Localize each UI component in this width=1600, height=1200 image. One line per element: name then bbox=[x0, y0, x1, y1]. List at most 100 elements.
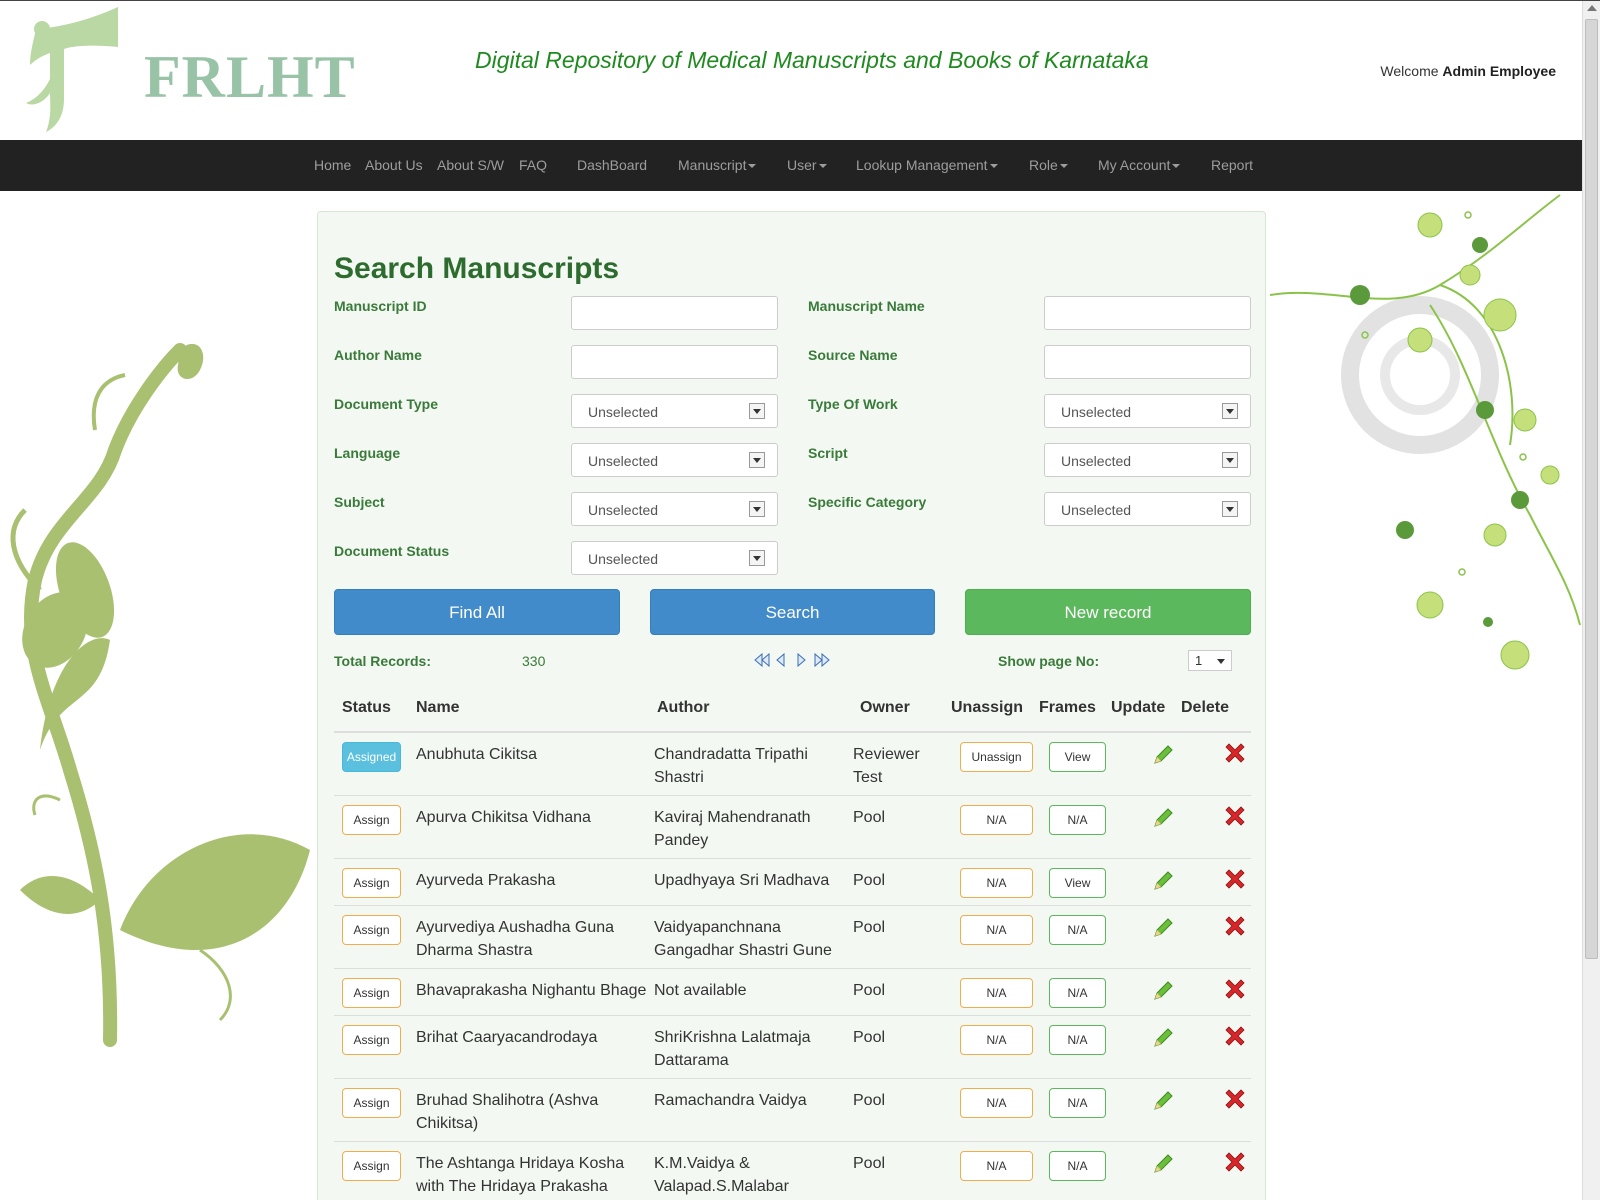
assigned-badge[interactable]: Assigned bbox=[342, 742, 401, 772]
last-page-icon[interactable] bbox=[814, 652, 830, 672]
table-row: Assign Bruhad Shalihotra (Ashva Chikitsa) R… bbox=[334, 1079, 1251, 1142]
type-of-work-select[interactable]: Unselected bbox=[1044, 394, 1251, 428]
manuscript-name-cell: Bhavaprakasha Nighantu Bhage bbox=[416, 979, 651, 1002]
nav-my-account[interactable]: My Account bbox=[1098, 157, 1181, 173]
unassign-na-button[interactable]: N/A bbox=[960, 1151, 1033, 1181]
assign-button[interactable]: Assign bbox=[342, 1025, 401, 1055]
table-row: Assign Bhavaprakasha Nighantu Bhage Not av… bbox=[334, 969, 1251, 1016]
red-x-icon[interactable] bbox=[1223, 804, 1247, 828]
scroll-up-arrow-icon[interactable] bbox=[1587, 5, 1597, 11]
nav-lookup-management[interactable]: Lookup Management bbox=[856, 157, 998, 173]
unassign-na-button[interactable]: N/A bbox=[960, 1088, 1033, 1118]
owner-cell-line: Pool bbox=[853, 1029, 886, 1046]
language-select[interactable]: Unselected bbox=[571, 443, 778, 477]
table-row: Assign The Ashtanga Hridaya Kosha with The… bbox=[334, 1142, 1251, 1200]
nav-about-sw[interactable]: About S/W bbox=[437, 157, 504, 173]
pencil-icon[interactable] bbox=[1151, 743, 1175, 767]
document-status-select[interactable]: Unselected bbox=[571, 541, 778, 575]
assign-button[interactable]: Assign bbox=[342, 1151, 401, 1181]
frames-na-button[interactable]: N/A bbox=[1049, 1088, 1106, 1118]
red-x-icon[interactable] bbox=[1223, 867, 1247, 891]
red-x-icon[interactable] bbox=[1223, 1087, 1247, 1111]
author-cell: Vaidyapanchnana Gangadhar Shastri Gune bbox=[654, 916, 854, 962]
page-number-select[interactable]: 1 bbox=[1188, 650, 1232, 671]
search-button[interactable]: Search bbox=[650, 589, 935, 635]
unassign-na-button[interactable]: N/A bbox=[960, 868, 1033, 898]
assign-button[interactable]: Assign bbox=[342, 978, 401, 1008]
pencil-icon[interactable] bbox=[1151, 979, 1175, 1003]
assign-button[interactable]: Assign bbox=[342, 915, 401, 945]
manuscript-name-cell-line: Anubhuta Cikitsa bbox=[416, 746, 537, 763]
nav-manuscript[interactable]: Manuscript bbox=[678, 157, 757, 173]
unassign-na-button[interactable]: N/A bbox=[960, 978, 1033, 1008]
owner-cell-line: Reviewer bbox=[853, 746, 920, 763]
nav-label: Report bbox=[1211, 157, 1254, 173]
unassign-button[interactable]: Unassign bbox=[960, 742, 1033, 772]
manuscript-name-input[interactable] bbox=[1044, 296, 1251, 330]
frames-na-button[interactable]: N/A bbox=[1049, 1151, 1106, 1181]
author-name-input[interactable] bbox=[571, 345, 778, 379]
frames-na-button[interactable]: N/A bbox=[1049, 915, 1106, 945]
assign-button[interactable]: Assign bbox=[342, 868, 401, 898]
document-type-select[interactable]: Unselected bbox=[571, 394, 778, 428]
find-all-button[interactable]: Find All bbox=[334, 589, 620, 635]
frames-na-button[interactable]: N/A bbox=[1049, 978, 1106, 1008]
red-x-icon[interactable] bbox=[1223, 914, 1247, 938]
nav-about-us[interactable]: About Us bbox=[365, 157, 423, 173]
author-cell-line: K.M.Vaidya & bbox=[654, 1155, 750, 1172]
script-label: Script bbox=[808, 445, 848, 461]
manuscript-name-cell: Anubhuta Cikitsa bbox=[416, 743, 651, 766]
nav-user[interactable]: User bbox=[787, 157, 827, 173]
owner-cell: Pool bbox=[853, 916, 938, 939]
red-x-icon[interactable] bbox=[1223, 1150, 1247, 1174]
red-x-icon[interactable] bbox=[1223, 1024, 1247, 1048]
subject-select[interactable]: Unselected bbox=[571, 492, 778, 526]
red-x-icon[interactable] bbox=[1223, 741, 1247, 765]
author-cell-line: Shastri bbox=[654, 769, 704, 786]
frames-na-button[interactable]: N/A bbox=[1049, 1025, 1106, 1055]
manuscript-name-cell: The Ashtanga Hridaya Kosha with The Hrida… bbox=[416, 1152, 651, 1198]
nav-role[interactable]: Role bbox=[1029, 157, 1068, 173]
owner-cell: Pool bbox=[853, 1089, 938, 1112]
manuscript-name-cell-line: Dharma Shastra bbox=[416, 942, 533, 959]
pencil-icon[interactable] bbox=[1151, 1152, 1175, 1176]
script-select[interactable]: Unselected bbox=[1044, 443, 1251, 477]
subject-label: Subject bbox=[334, 494, 385, 510]
dropdown-arrow-icon bbox=[749, 452, 765, 468]
pencil-icon[interactable] bbox=[1151, 916, 1175, 940]
assign-button[interactable]: Assign bbox=[342, 1088, 401, 1118]
unassign-na-button[interactable]: N/A bbox=[960, 915, 1033, 945]
view-frames-button[interactable]: View bbox=[1049, 742, 1106, 772]
unassign-na-button[interactable]: N/A bbox=[960, 805, 1033, 835]
owner-cell: Pool bbox=[853, 1026, 938, 1049]
scrollbar-thumb[interactable] bbox=[1585, 19, 1598, 959]
unassign-na-button[interactable]: N/A bbox=[960, 1025, 1033, 1055]
source-name-input[interactable] bbox=[1044, 345, 1251, 379]
author-cell: Upadhyaya Sri Madhava bbox=[654, 869, 854, 892]
nav-report[interactable]: Report bbox=[1211, 157, 1253, 173]
new-record-button[interactable]: New record bbox=[965, 589, 1251, 635]
pencil-icon[interactable] bbox=[1151, 806, 1175, 830]
next-page-icon[interactable] bbox=[796, 652, 806, 672]
manuscript-name-cell-line: Ayurveda Prakasha bbox=[416, 872, 556, 889]
view-frames-button[interactable]: View bbox=[1049, 868, 1106, 898]
prev-page-icon[interactable] bbox=[776, 652, 786, 672]
show-page-label: Show page No: bbox=[998, 653, 1100, 669]
pencil-icon[interactable] bbox=[1151, 869, 1175, 893]
search-panel: Search Manuscripts Manuscript ID Manuscr… bbox=[317, 211, 1266, 1200]
page-scrollbar[interactable] bbox=[1582, 1, 1600, 1200]
specific-category-select[interactable]: Unselected bbox=[1044, 492, 1251, 526]
assign-button[interactable]: Assign bbox=[342, 805, 401, 835]
frlht-logo[interactable]: FRLHT bbox=[6, 7, 361, 137]
nav-faq[interactable]: FAQ bbox=[519, 157, 547, 173]
first-page-icon[interactable] bbox=[754, 652, 770, 672]
type-of-work-label: Type Of Work bbox=[808, 396, 898, 412]
nav-dashboard[interactable]: DashBoard bbox=[577, 157, 647, 173]
pencil-icon[interactable] bbox=[1151, 1026, 1175, 1050]
nav-home[interactable]: Home bbox=[314, 157, 351, 173]
frames-na-button[interactable]: N/A bbox=[1049, 805, 1106, 835]
manuscript-id-input[interactable] bbox=[571, 296, 778, 330]
red-x-icon[interactable] bbox=[1223, 977, 1247, 1001]
author-cell-line: Vaidyapanchnana bbox=[654, 919, 781, 936]
pencil-icon[interactable] bbox=[1151, 1089, 1175, 1113]
